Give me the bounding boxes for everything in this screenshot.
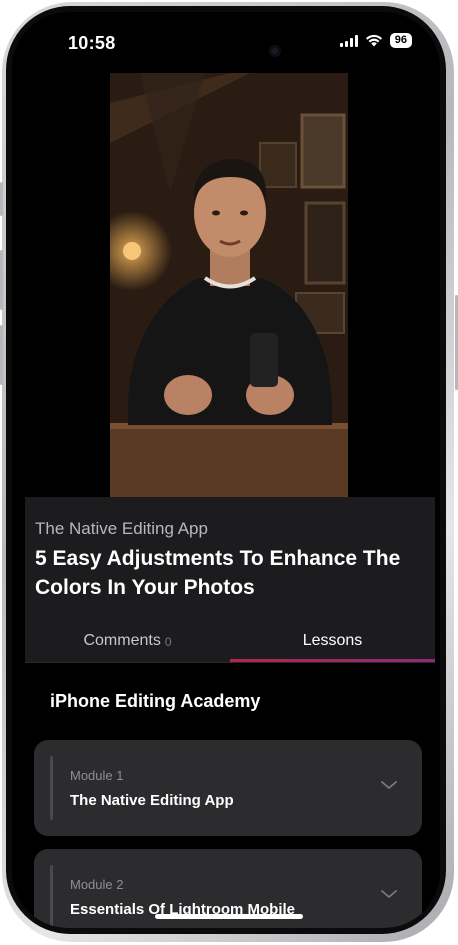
tab-bar: Comments 0 Lessons	[25, 619, 435, 662]
wifi-icon	[365, 34, 382, 47]
module-label: Module 1	[70, 768, 124, 783]
tab-divider	[25, 662, 435, 663]
tab-comments[interactable]: Comments 0	[25, 619, 230, 662]
screen: 10:58 96 The Native Editing App 5 Easy A…	[12, 12, 440, 928]
lesson-info-panel: The Native Editing App 5 Easy Adjustment…	[25, 497, 435, 662]
tab-comments-label: Comments	[83, 631, 161, 649]
video-player[interactable]	[110, 73, 348, 497]
lesson-title: 5 Easy Adjustments To Enhance The Colors…	[35, 547, 401, 599]
tab-lessons[interactable]: Lessons	[230, 619, 435, 662]
module-bar	[50, 865, 53, 928]
tab-lessons-label: Lessons	[302, 631, 363, 649]
chevron-down-icon[interactable]	[380, 885, 398, 903]
academy-title: iPhone Editing Academy	[50, 691, 261, 711]
status-icons: 96	[339, 33, 412, 48]
action-button	[0, 182, 3, 216]
volume-down-button	[0, 325, 3, 385]
status-time: 10:58	[68, 33, 116, 53]
module-name: The Native Editing App	[70, 792, 234, 809]
module-label: Module 2	[70, 877, 124, 892]
battery-indicator: 96	[389, 33, 412, 48]
comments-count: 0	[164, 635, 172, 649]
module-bar	[50, 756, 53, 820]
front-camera	[269, 45, 281, 57]
volume-up-button	[0, 250, 3, 310]
chevron-down-icon[interactable]	[380, 776, 398, 794]
video-thumbnail-presenter-icon	[110, 73, 348, 497]
cellular-signal-icon	[339, 34, 358, 47]
course-name: The Native Editing App	[35, 519, 208, 538]
module-card[interactable]: Module 1 The Native Editing App	[34, 740, 422, 836]
home-indicator[interactable]	[155, 914, 303, 919]
